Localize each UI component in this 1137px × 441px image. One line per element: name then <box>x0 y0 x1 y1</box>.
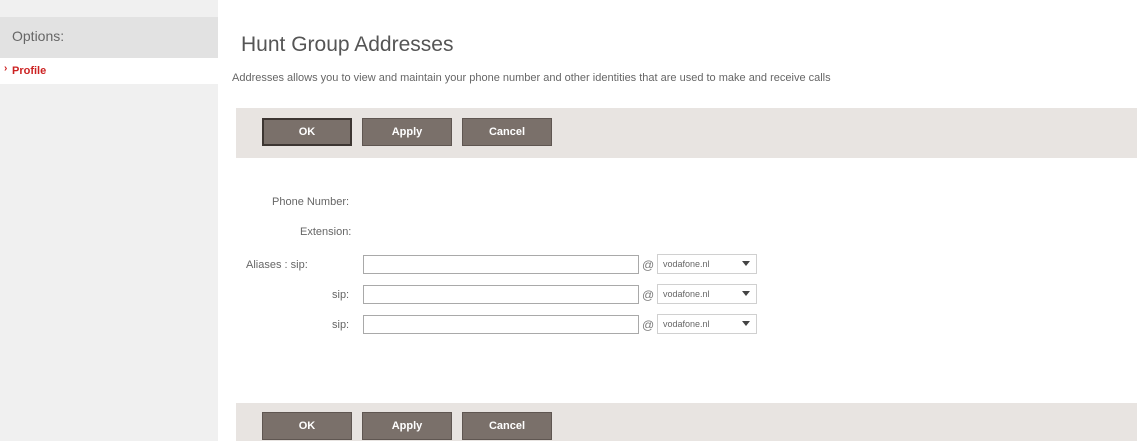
aliases-label: Aliases : sip: <box>246 259 308 271</box>
at-icon: @ <box>642 318 655 332</box>
ok-button[interactable]: OK <box>262 118 352 146</box>
extension-label: Extension: <box>300 226 352 238</box>
domain-select-value: vodafone.nl <box>663 289 710 299</box>
apply-button[interactable]: Apply <box>362 412 452 440</box>
chevron-down-icon <box>742 321 750 326</box>
ok-button[interactable]: OK <box>262 412 352 440</box>
page-title: Hunt Group Addresses <box>241 33 454 56</box>
alias-sip-input-3[interactable] <box>363 315 639 334</box>
domain-select-value: vodafone.nl <box>663 319 710 329</box>
chevron-down-icon <box>742 261 750 266</box>
domain-select-3[interactable]: vodafone.nl <box>657 314 757 334</box>
cancel-button[interactable]: Cancel <box>462 412 552 440</box>
page-description: Addresses allows you to view and maintai… <box>232 72 831 84</box>
sip-label: sip: <box>332 289 350 301</box>
alias-sip-input-1[interactable] <box>363 255 639 274</box>
sidebar-header-label: Options: <box>12 28 65 44</box>
chevron-right-icon: › <box>4 63 8 74</box>
sidebar: Options: › Profile <box>0 0 218 441</box>
top-button-bar: OK Apply Cancel <box>236 108 1137 158</box>
chevron-down-icon <box>742 291 750 296</box>
at-icon: @ <box>642 288 655 302</box>
sidebar-item-profile[interactable]: › Profile <box>0 58 218 84</box>
apply-button[interactable]: Apply <box>362 118 452 146</box>
sidebar-item-label: Profile <box>12 65 47 77</box>
alias-sip-input-2[interactable] <box>363 285 639 304</box>
sidebar-header: Options: <box>0 17 218 58</box>
domain-select-1[interactable]: vodafone.nl <box>657 254 757 274</box>
sip-label: sip: <box>332 319 350 331</box>
cancel-button[interactable]: Cancel <box>462 118 552 146</box>
at-icon: @ <box>642 258 655 272</box>
domain-select-2[interactable]: vodafone.nl <box>657 284 757 304</box>
domain-select-value: vodafone.nl <box>663 259 710 269</box>
bottom-button-bar: OK Apply Cancel <box>236 403 1137 441</box>
phone-number-label: Phone Number: <box>272 196 350 208</box>
